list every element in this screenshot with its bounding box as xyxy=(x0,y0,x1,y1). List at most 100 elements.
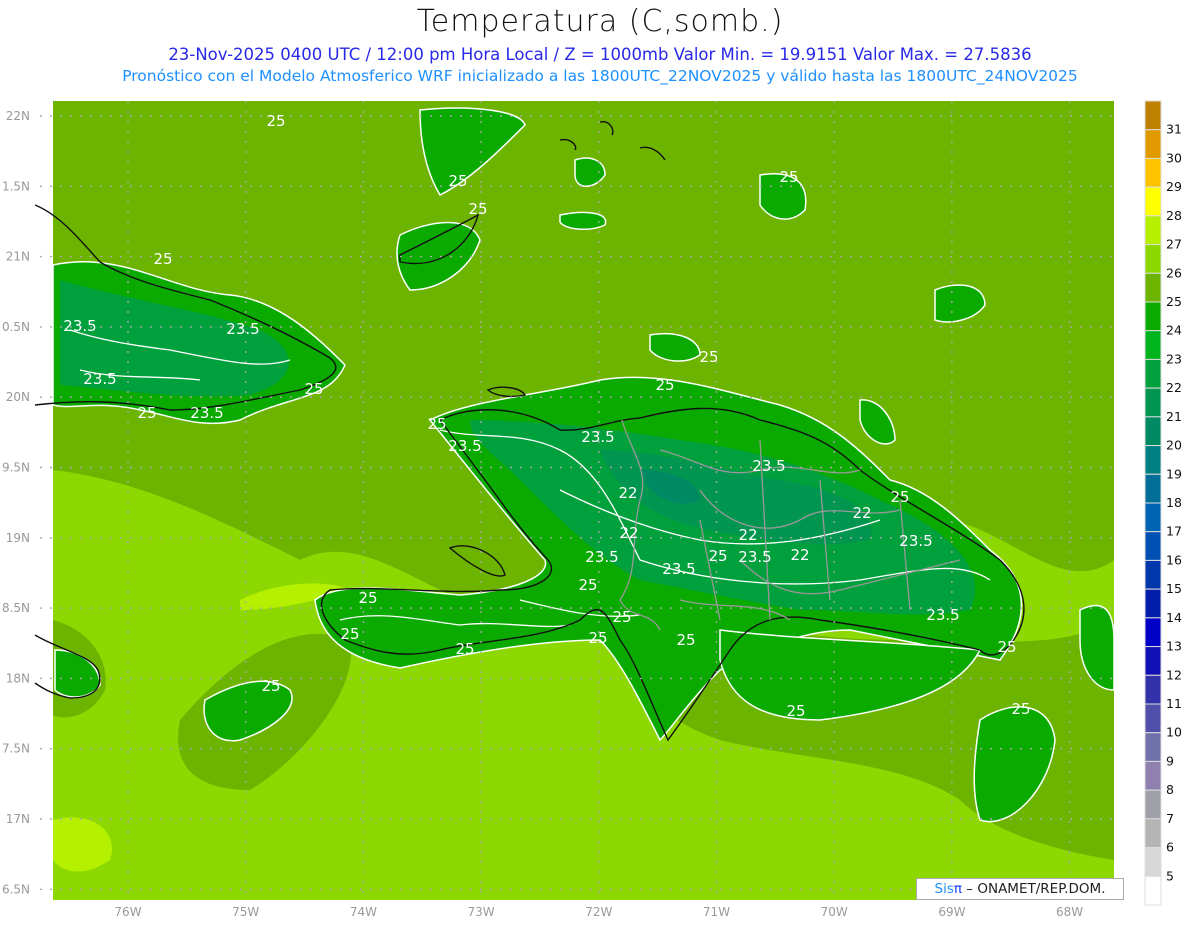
colorbar-label: 29 xyxy=(1166,179,1182,194)
colorbar-swatch xyxy=(1144,100,1162,131)
contour-label: 25 xyxy=(997,638,1016,656)
lon-tick-label: 73W xyxy=(468,905,495,919)
colorbar-label: 14 xyxy=(1166,610,1182,625)
colorbar-label: 15 xyxy=(1166,581,1182,596)
lat-tick-label: 18N xyxy=(6,671,30,685)
contour-label: 23.5 xyxy=(190,404,223,422)
contour-label: 25 xyxy=(455,640,474,658)
contour-label: 25 xyxy=(779,168,798,186)
contour-label: 22 xyxy=(852,504,871,522)
lat-tick-label: 8.5N xyxy=(2,601,30,615)
colorbar-label: 30 xyxy=(1166,150,1182,165)
contour-label: 25 xyxy=(708,547,727,565)
colorbar-label: 25 xyxy=(1166,294,1182,309)
contour-label: 23.5 xyxy=(899,532,932,550)
lat-tick-label: 1.5N xyxy=(2,179,30,193)
contour-label: 22 xyxy=(618,484,637,502)
contour-label: 23.5 xyxy=(83,370,116,388)
contour-label: 23.5 xyxy=(581,428,614,446)
contour-label: 22 xyxy=(738,526,757,544)
colorbar-swatch xyxy=(1144,445,1162,475)
lat-tick-label: 20N xyxy=(6,390,30,404)
colorbar-swatch xyxy=(1144,875,1162,906)
colorbar-swatch xyxy=(1144,301,1162,332)
colorbar-swatch xyxy=(1144,531,1162,561)
colorbar-label: 21 xyxy=(1166,409,1182,424)
credit-text: – ONAMET/REP.DOM. xyxy=(962,881,1106,897)
colorbar-label: 19 xyxy=(1166,466,1182,481)
colorbar-swatch xyxy=(1144,387,1162,418)
contour-label: 25 xyxy=(427,415,446,433)
colorbar-swatch xyxy=(1144,330,1162,360)
contour-label: 25 xyxy=(261,677,280,695)
colorbar-swatch xyxy=(1144,646,1162,676)
colorbar-swatch xyxy=(1144,157,1162,188)
colorbar-swatch xyxy=(1144,588,1162,619)
colorbar-swatch xyxy=(1144,272,1162,303)
contour-label: 23.5 xyxy=(926,606,959,624)
contour-label: 25 xyxy=(304,380,323,398)
lat-tick-label: 19N xyxy=(6,531,30,545)
colorbar: 31 30 29 28 27 26 25 24 23 22 21 20 19 18 17 16 15 14 13 12… xyxy=(1144,100,1182,906)
contour-label: 22 xyxy=(790,546,809,564)
lon-tick-label: 75W xyxy=(232,905,259,919)
contour-label: 23.5 xyxy=(752,457,785,475)
colorbar-label: 28 xyxy=(1166,208,1182,223)
colorbar-label: 24 xyxy=(1166,323,1182,338)
contour-label: 23.5 xyxy=(662,560,695,578)
temperature-field xyxy=(53,101,1114,900)
contour-label: 25 xyxy=(890,488,909,506)
temperature-map: 25 25 25 25 23.5 23.5 23.5 25 23.5 25 25 25 25 25 23.5… xyxy=(2,100,1182,919)
contour-label: 22 xyxy=(619,524,638,542)
contour-label: 25 xyxy=(1011,700,1030,718)
contour-label: 23.5 xyxy=(738,548,771,566)
colorbar-label: 13 xyxy=(1166,639,1182,654)
lon-tick-label: 69W xyxy=(938,905,965,919)
colorbar-label: 10 xyxy=(1166,725,1182,740)
contour-label: 25 xyxy=(786,702,805,720)
lat-tick-label: 6.5N xyxy=(2,882,30,896)
contour-label: 25 xyxy=(676,631,695,649)
colorbar-label: 5 xyxy=(1166,868,1174,883)
colorbar-swatch xyxy=(1144,559,1162,590)
colorbar-swatch xyxy=(1144,215,1162,246)
colorbar-label: 17 xyxy=(1166,524,1182,539)
sispi-logo: Sis xyxy=(934,881,954,897)
contour-label: 23.5 xyxy=(226,320,259,338)
colorbar-swatch xyxy=(1144,358,1162,389)
colorbar-label: 23 xyxy=(1166,351,1182,366)
contour-label: 25 xyxy=(699,348,718,366)
colorbar-label: 18 xyxy=(1166,495,1182,510)
colorbar-swatch xyxy=(1144,732,1162,762)
colorbar-label: 16 xyxy=(1166,552,1182,567)
colorbar-swatch xyxy=(1144,502,1162,533)
lat-tick-label: 17N xyxy=(6,812,30,826)
contour-label: 25 xyxy=(153,250,172,268)
lon-tick-label: 68W xyxy=(1056,905,1083,919)
colorbar-label: 26 xyxy=(1166,265,1182,280)
colorbar-label: 31 xyxy=(1166,122,1182,137)
contour-label: 25 xyxy=(358,589,377,607)
colorbar-label: 27 xyxy=(1166,237,1182,252)
colorbar-label: 9 xyxy=(1166,753,1174,768)
lon-tick-label: 70W xyxy=(821,905,848,919)
colorbar-swatch xyxy=(1144,674,1162,705)
colorbar-label: 20 xyxy=(1166,438,1182,453)
sispi-logo-pi: π xyxy=(953,881,963,897)
colorbar-swatch xyxy=(1144,617,1162,648)
lat-tick-label: 22N xyxy=(6,109,30,123)
colorbar-swatch xyxy=(1144,473,1162,504)
colorbar-swatch xyxy=(1144,760,1162,791)
contour-label: 25 xyxy=(468,200,487,218)
contour-label: 23.5 xyxy=(63,317,96,335)
colorbar-swatch xyxy=(1144,129,1162,159)
colorbar-label: 6 xyxy=(1166,840,1174,855)
lon-tick-label: 72W xyxy=(585,905,612,919)
colorbar-label: 7 xyxy=(1166,811,1174,826)
colorbar-swatch xyxy=(1144,847,1162,877)
lat-tick-label: 0.5N xyxy=(2,320,30,334)
colorbar-swatch xyxy=(1144,789,1162,820)
contour-label: 25 xyxy=(266,112,285,130)
credit-box: Sisπ – ONAMET/REP.DOM. xyxy=(916,878,1124,900)
lon-tick-label: 71W xyxy=(703,905,730,919)
